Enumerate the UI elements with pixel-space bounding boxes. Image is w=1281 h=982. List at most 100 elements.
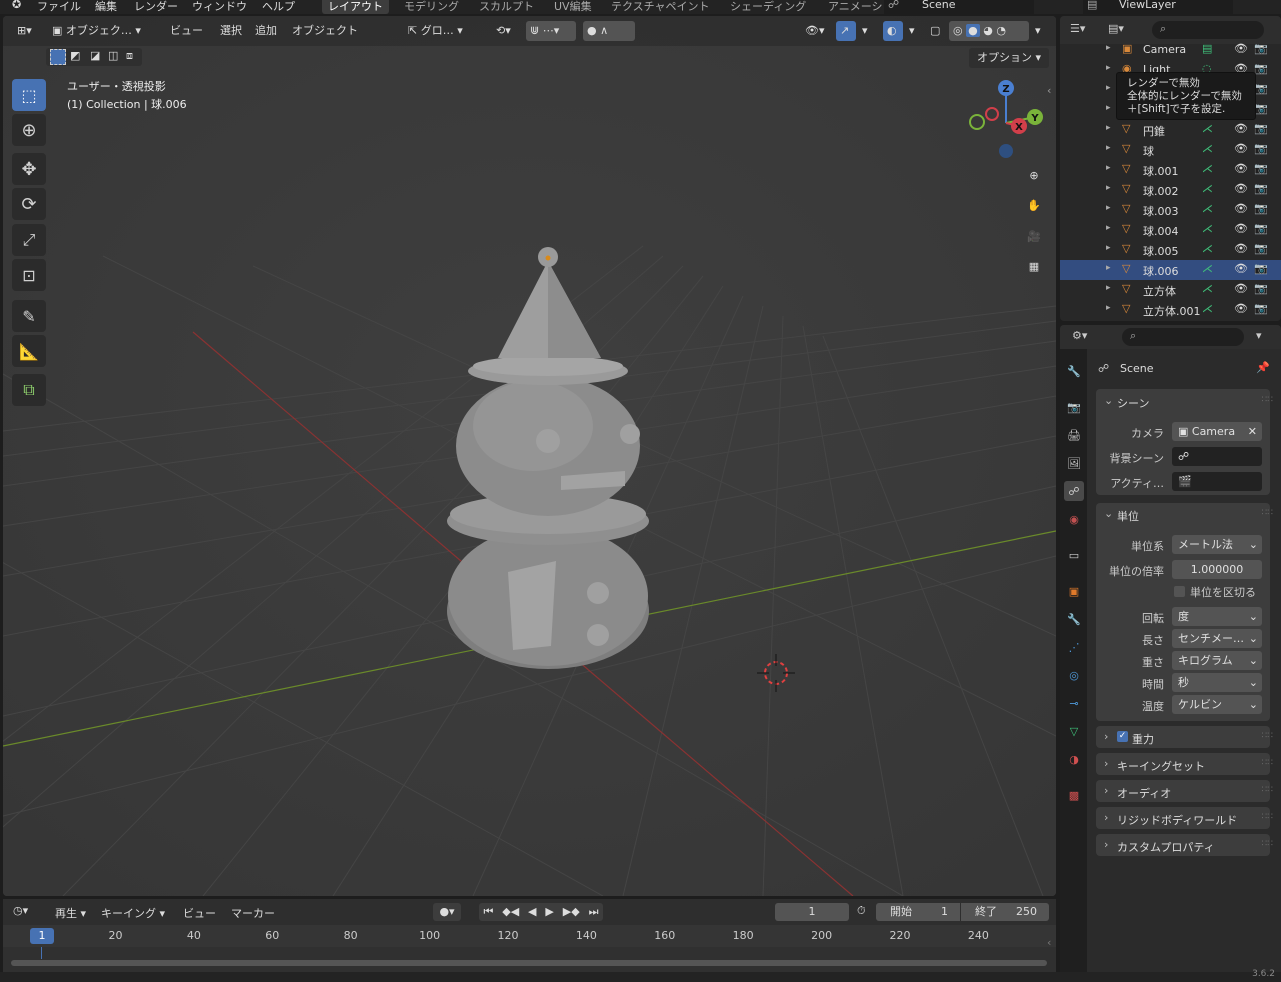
unit-system-dropdown[interactable]: メートル法 ⌄: [1172, 535, 1262, 554]
rotate-tool[interactable]: ⟳: [12, 188, 46, 220]
keying-menu[interactable]: キーイング ▾: [101, 905, 165, 921]
overlay-toggle-icon[interactable]: ◐: [883, 21, 903, 41]
overlay-dropdown[interactable]: ▾: [905, 21, 919, 41]
drag-handle-icon[interactable]: ∷∷: [1262, 508, 1273, 518]
outliner-editor-icon[interactable]: ☰▾: [1070, 22, 1085, 35]
annotate-tool[interactable]: ✎: [12, 300, 46, 332]
drag-handle-icon[interactable]: ∷∷: [1262, 785, 1273, 795]
select-extend-icon[interactable]: ◩: [70, 49, 80, 62]
scale-tool[interactable]: ⤢: [12, 224, 46, 256]
render-camera-icon[interactable]: 📷: [1254, 242, 1268, 255]
shading-modes[interactable]: ◎ ● ◕ ◔: [949, 21, 1029, 41]
select-invert-icon[interactable]: ◫: [108, 49, 118, 62]
particles-tab-icon[interactable]: ⋰: [1064, 637, 1084, 657]
outliner-item[interactable]: ▸ ▽ 球.005 ⋌ 👁 📷: [1060, 240, 1281, 260]
visibility-icon[interactable]: 👁▾: [801, 21, 829, 41]
expand-arrow-icon[interactable]: ▸: [1106, 283, 1111, 293]
collection-tab-icon[interactable]: ▭: [1064, 545, 1084, 565]
shading-dropdown[interactable]: ▾: [1031, 21, 1045, 41]
constraints-tab-icon[interactable]: ⊸: [1064, 693, 1084, 713]
scene-selector[interactable]: ☍ Scene: [884, 0, 1034, 14]
current-frame-marker[interactable]: 1: [30, 928, 54, 944]
mesh-data-icon[interactable]: ⋌: [1202, 122, 1213, 135]
length-dropdown[interactable]: センチメー… ⌄: [1172, 629, 1262, 648]
ortho-toggle-icon[interactable]: ▦: [1021, 253, 1047, 279]
mesh-data-icon[interactable]: ⋌: [1202, 242, 1213, 255]
timeline-side-arrow-icon[interactable]: ‹: [1047, 936, 1051, 949]
expand-arrow-icon[interactable]: ▸: [1106, 223, 1111, 233]
outliner-item[interactable]: ▸ ▽ 球.002 ⋌ 👁 📷: [1060, 180, 1281, 200]
active-clip-field[interactable]: 🎬: [1172, 472, 1262, 491]
timeline-scrollbar[interactable]: [11, 960, 1047, 966]
marker-menu[interactable]: マーカー: [231, 905, 275, 921]
menu-add[interactable]: 追加: [251, 21, 281, 41]
mesh-data-icon[interactable]: ⋌: [1202, 282, 1213, 295]
snap-toggle[interactable]: ⋓ ⋯▾: [526, 21, 576, 41]
camera-view-icon[interactable]: 🎥: [1021, 223, 1047, 249]
eye-icon[interactable]: 👁: [1234, 42, 1248, 55]
view-layer-tab-icon[interactable]: 🖼: [1064, 453, 1084, 473]
render-camera-icon[interactable]: 📷: [1254, 142, 1268, 155]
viewlayer-selector[interactable]: ▤ ViewLayer: [1083, 0, 1233, 14]
cursor-tool[interactable]: ⊕: [12, 114, 46, 146]
render-camera-icon[interactable]: 📷: [1254, 162, 1268, 175]
menu-object[interactable]: オブジェクト: [288, 21, 362, 41]
gizmo-dropdown[interactable]: ▾: [858, 21, 872, 41]
prev-keyframe-icon[interactable]: ◆◀: [502, 903, 519, 921]
world-tab-icon[interactable]: ◉: [1064, 509, 1084, 529]
menu-edit[interactable]: 編集: [95, 0, 117, 14]
solid-shading-icon[interactable]: ●: [966, 24, 980, 37]
render-camera-icon[interactable]: 📷: [1254, 122, 1268, 135]
mesh-data-icon[interactable]: ⋌: [1202, 222, 1213, 235]
expand-arrow-icon[interactable]: ▸: [1106, 243, 1111, 253]
outliner-item[interactable]: ▸ ▽ 球.004 ⋌ 👁 📷: [1060, 220, 1281, 240]
temperature-dropdown[interactable]: ケルビン ⌄: [1172, 695, 1262, 714]
outliner-item[interactable]: ▸ ▽ 球.001 ⋌ 👁 📷: [1060, 160, 1281, 180]
blender-logo-icon[interactable]: ✪: [12, 0, 21, 11]
jump-end-icon[interactable]: ⏭: [589, 903, 599, 921]
expand-arrow-icon[interactable]: ▸: [1106, 203, 1111, 213]
render-camera-icon[interactable]: 📷: [1254, 102, 1268, 115]
transform-tool[interactable]: ⊡: [12, 259, 46, 291]
gravity-checkbox[interactable]: ✓: [1117, 731, 1128, 742]
drag-handle-icon[interactable]: ∷∷: [1262, 731, 1273, 741]
eye-icon[interactable]: 👁: [1234, 142, 1248, 155]
zoom-icon[interactable]: ⊕: [1021, 162, 1047, 188]
expand-arrow-icon[interactable]: ▸: [1106, 63, 1111, 73]
current-frame-input[interactable]: 1: [775, 903, 849, 921]
display-mode-icon[interactable]: ▤▾: [1108, 22, 1124, 35]
navigation-gizmo[interactable]: Z Y X: [963, 80, 1053, 170]
menu-help[interactable]: ヘルプ: [262, 0, 295, 14]
camera-field[interactable]: ▣ Camera ✕: [1172, 422, 1262, 441]
wireframe-shading-icon[interactable]: ◎: [953, 24, 963, 37]
expand-arrow-icon[interactable]: ▸: [1106, 83, 1111, 93]
sidebar-toggle-icon[interactable]: ‹: [1047, 84, 1051, 97]
eye-icon[interactable]: 👁: [1234, 222, 1248, 235]
proportional-edit-toggle[interactable]: ● ∧: [583, 21, 635, 41]
tab-modeling[interactable]: モデリング: [398, 0, 465, 14]
eye-icon[interactable]: 👁: [1234, 162, 1248, 175]
clear-icon[interactable]: ✕: [1248, 422, 1257, 441]
output-tab-icon[interactable]: 🖨: [1064, 425, 1084, 445]
drag-handle-icon[interactable]: ∷∷: [1262, 812, 1273, 822]
render-camera-icon[interactable]: 📷: [1254, 302, 1268, 315]
transform-orientation-dropdown[interactable]: ⇱ グロ… ▾: [404, 21, 484, 41]
mesh-data-icon[interactable]: ⋌: [1202, 302, 1213, 315]
editor-type-button[interactable]: ⊞▾: [13, 21, 36, 41]
outliner-item[interactable]: ▸ ▽ 円錐 ⋌ 👁 📷: [1060, 120, 1281, 140]
add-cube-tool[interactable]: ⧉: [12, 374, 46, 406]
outliner-item[interactable]: ▸ ▽ 球.006 ⋌ 👁 📷: [1060, 260, 1281, 280]
material-tab-icon[interactable]: ◑: [1064, 749, 1084, 769]
play-icon[interactable]: ▶: [545, 903, 553, 921]
menu-file[interactable]: ファイル: [37, 0, 81, 14]
options-dropdown[interactable]: オプション ▾: [969, 48, 1049, 68]
pivot-point-icon[interactable]: ⟲▾: [492, 21, 515, 41]
eye-icon[interactable]: 👁: [1234, 122, 1248, 135]
render-camera-icon[interactable]: 📷: [1254, 282, 1268, 295]
outliner-item[interactable]: ▸ ▽ 球 ⋌ 👁 📷: [1060, 140, 1281, 160]
drag-handle-icon[interactable]: ∷∷: [1262, 839, 1273, 849]
eye-icon[interactable]: 👁: [1234, 262, 1248, 275]
chevron-down-icon[interactable]: ⌄: [1104, 507, 1113, 520]
menu-select[interactable]: 選択: [216, 21, 246, 41]
separate-units-checkbox[interactable]: [1174, 586, 1185, 597]
